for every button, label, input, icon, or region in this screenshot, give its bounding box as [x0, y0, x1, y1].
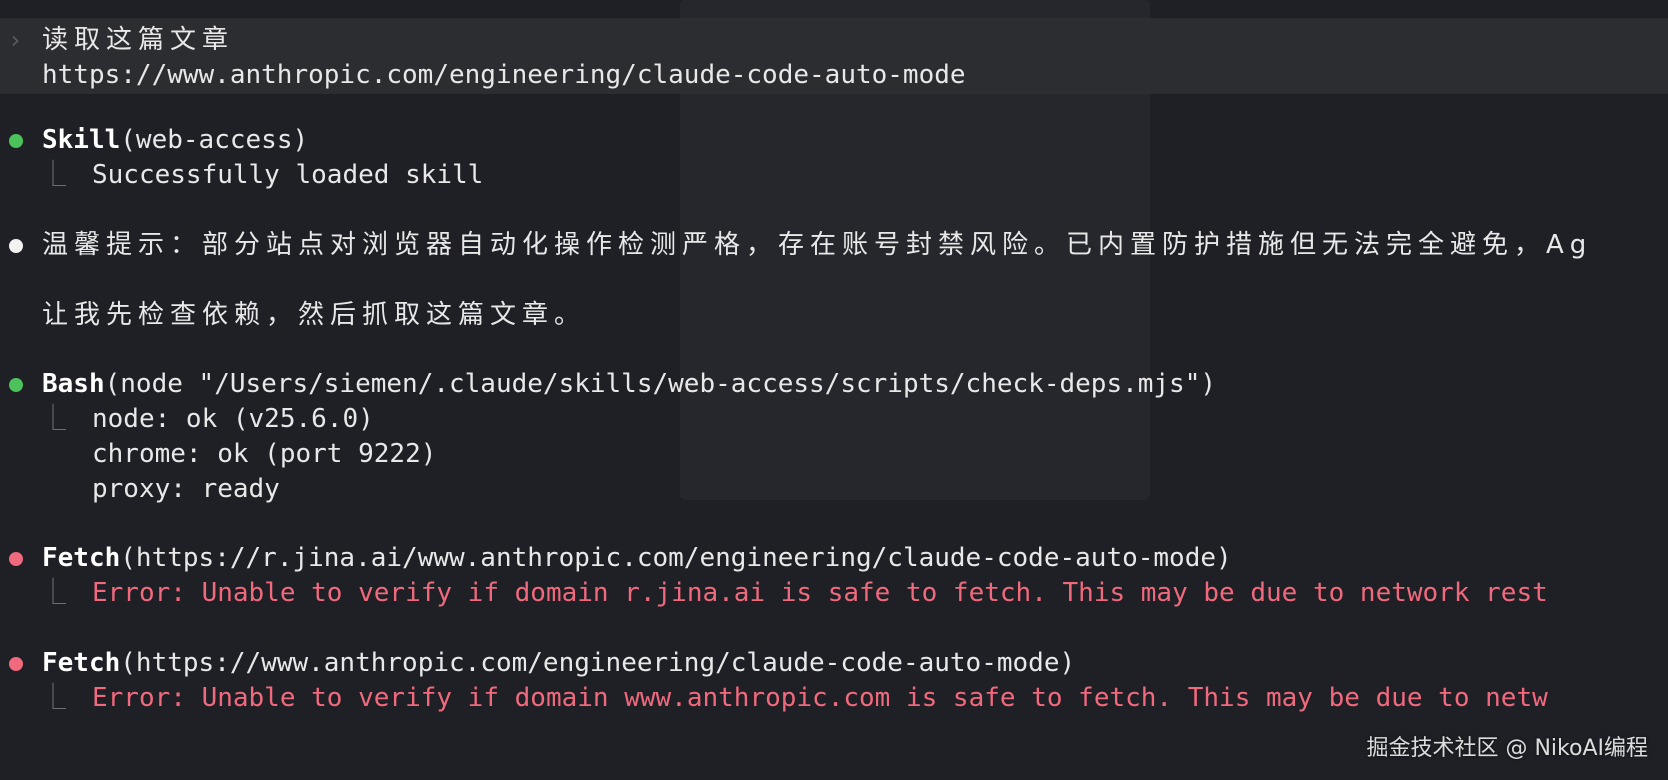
- prompt-text: 读取这篇文章: [42, 25, 235, 55]
- tool-args: (node "/Users/siemen/.claude/skills/web-…: [104, 369, 1217, 399]
- bash-output-text: chrome: ok (port 9222): [92, 439, 437, 469]
- message-dot-icon: [9, 239, 23, 253]
- prompt-line-2: https://www.anthropic.com/engineering/cl…: [0, 57, 966, 94]
- terminal-window[interactable]: › 读取这篇文章 https://www.anthropic.com/engin…: [0, 0, 1668, 780]
- tree-branch-icon: ⎿: [40, 160, 67, 190]
- tool-call-fetch-2: Fetch(https://www.anthropic.com/engineer…: [0, 645, 1075, 682]
- tool-result-text: Successfully loaded skill: [92, 160, 484, 190]
- tool-call-bash: Bash(node "/Users/siemen/.claude/skills/…: [0, 366, 1216, 403]
- assistant-message: 让我先检查依赖，然后抓取这篇文章。: [0, 297, 580, 334]
- tool-error-fetch-1: ⎿ Error: Unable to verify if domain r.ji…: [0, 575, 1548, 612]
- tree-branch-icon: ⎿: [40, 683, 67, 713]
- error-dot-icon: [9, 657, 23, 671]
- tree-branch-icon: ⎿: [40, 578, 67, 608]
- prompt-line-1: › 读取这篇文章: [0, 22, 228, 59]
- status-dot-icon: [9, 134, 23, 148]
- message-text: 让我先检查依赖，然后抓取这篇文章。: [42, 300, 587, 330]
- tool-args: (web-access): [120, 125, 309, 155]
- prompt-url: https://www.anthropic.com/engineering/cl…: [42, 60, 966, 90]
- status-dot-icon: [9, 378, 23, 392]
- bash-output-line: ⎿ node: ok (v25.6.0): [0, 401, 374, 438]
- bash-output-line: chrome: ok (port 9222): [0, 436, 436, 473]
- tool-call-fetch-1: Fetch(https://r.jina.ai/www.anthropic.co…: [0, 540, 1232, 577]
- tool-name: Fetch: [42, 648, 121, 678]
- bash-output-text: proxy: ready: [92, 474, 280, 504]
- error-text: Error: Unable to verify if domain www.an…: [92, 683, 1548, 713]
- prompt-chevron-icon: ›: [8, 26, 23, 54]
- tool-name: Fetch: [42, 543, 121, 573]
- tree-branch-icon: ⎿: [40, 404, 67, 434]
- assistant-notice: 温馨提示：部分站点对浏览器自动化操作检测严格，存在账号封禁风险。已内置防护措施但…: [0, 227, 1586, 264]
- error-text: Error: Unable to verify if domain r.jina…: [92, 578, 1548, 608]
- notice-text: 温馨提示：部分站点对浏览器自动化操作检测严格，存在账号封禁风险。已内置防护措施但…: [42, 230, 1593, 260]
- tool-result-skill: ⎿ Successfully loaded skill: [0, 157, 483, 194]
- tool-args: (https://r.jina.ai/www.anthropic.com/eng…: [120, 543, 1232, 573]
- bash-output-line: proxy: ready: [0, 471, 280, 508]
- tool-args: (https://www.anthropic.com/engineering/c…: [120, 648, 1076, 678]
- bash-output-text: node: ok (v25.6.0): [92, 404, 374, 434]
- tool-error-fetch-2: ⎿ Error: Unable to verify if domain www.…: [0, 680, 1548, 717]
- tool-name: Bash: [42, 369, 105, 399]
- error-dot-icon: [9, 552, 23, 566]
- tool-call-skill: Skill(web-access): [0, 122, 308, 159]
- user-prompt-block: › 读取这篇文章 https://www.anthropic.com/engin…: [0, 18, 1668, 94]
- tool-name: Skill: [42, 125, 121, 155]
- watermark: 掘金技术社区 @ NikoAI编程: [1366, 736, 1648, 761]
